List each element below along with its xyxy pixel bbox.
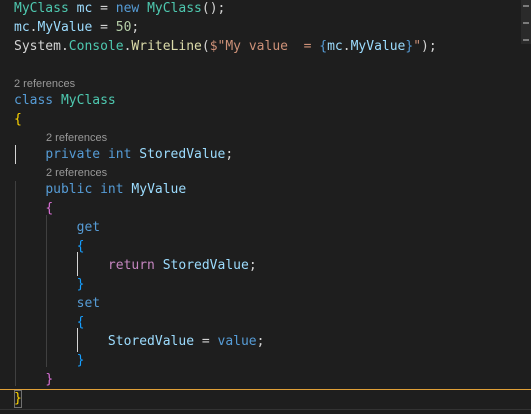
brace-match-box [14, 390, 22, 408]
code-line-class-decl: class MyClass [14, 92, 116, 109]
code-token: mc [14, 20, 30, 35]
code-token: . [342, 39, 351, 54]
code-token: StoredValue [162, 258, 249, 273]
code-token: int [107, 147, 132, 162]
indent-guide-property-body [46, 215, 47, 367]
indent-guide-class [15, 145, 16, 164]
code-line-return: return StoredValue; [14, 257, 257, 274]
code-token: WriteLine [131, 39, 202, 54]
code-token: int [100, 182, 124, 197]
code-token: ); [421, 39, 437, 54]
code-token: ; [248, 258, 257, 273]
code-token: MyValue [131, 182, 187, 197]
code-token: public [45, 182, 93, 197]
code-line-instantiation: MyClass mc = new MyClass(); [14, 0, 225, 17]
code-line-set: set [14, 295, 100, 312]
code-token: (); [201, 1, 226, 16]
code-line-set-open-brace: { [14, 314, 85, 331]
code-token: MyValue [350, 39, 406, 54]
code-token: = [194, 334, 218, 349]
current-line-highlight [0, 389, 531, 390]
code-token: MyValue [37, 20, 93, 35]
code-token: System [14, 39, 61, 54]
code-token: ; [131, 20, 140, 35]
code-line-set-body: StoredValue = value; [14, 333, 265, 350]
code-token: MyClass [147, 1, 202, 16]
indent-guide-set-body [77, 328, 78, 352]
code-line-property-close-brace: } [14, 371, 53, 388]
code-line-property-open-brace: { [14, 200, 53, 217]
code-token: = [92, 20, 116, 35]
code-token: return [107, 258, 155, 273]
codelens-class-references[interactable]: 2 references [14, 77, 75, 91]
code-line-get-close-brace: } [14, 276, 85, 293]
code-line-field-decl: private int StoredValue; [14, 146, 233, 163]
code-line-property-decl: public int MyValue [14, 181, 186, 198]
code-token: " [413, 39, 422, 54]
code-token: = [92, 1, 116, 16]
code-line-class-open-brace: { [14, 111, 22, 128]
code-token: MyClass [60, 93, 116, 108]
code-line-get: get [14, 219, 100, 236]
code-line-get-open-brace: { [14, 238, 85, 255]
code-token: value [217, 334, 257, 349]
codelens-property-references[interactable]: 2 references [46, 166, 107, 180]
code-token: class [14, 93, 54, 108]
code-token: { [45, 201, 54, 216]
code-token: $"My value = [209, 39, 320, 54]
code-token: new [115, 1, 140, 16]
code-token: } [76, 277, 85, 292]
code-token: StoredValue [139, 147, 226, 162]
code-token: MyClass [14, 1, 69, 16]
code-token: ( [201, 39, 210, 54]
code-token: get [76, 220, 101, 235]
code-line-writeline: System.Console.WriteLine($"My value = {m… [14, 38, 437, 55]
code-line-assignment: mc.MyValue = 50; [14, 19, 139, 36]
code-token: private [45, 147, 101, 162]
code-token: { [319, 39, 328, 54]
code-token: . [60, 39, 69, 54]
code-token: } [76, 353, 85, 368]
code-token: Console [68, 39, 124, 54]
codelens-field-references[interactable]: 2 references [46, 131, 107, 145]
code-token: mc [327, 39, 343, 54]
scrollbar-minimap[interactable] [521, 0, 531, 44]
code-token: { [14, 112, 22, 127]
indent-guide-get-body [77, 252, 78, 276]
editor-bottom-border [0, 409, 531, 410]
code-token: mc [76, 1, 93, 16]
code-token: } [45, 372, 54, 387]
code-token: ; [256, 334, 265, 349]
code-token: ; [225, 147, 234, 162]
code-token: set [76, 296, 101, 311]
indent-guide-class-body [15, 181, 16, 386]
code-token: 50 [115, 20, 132, 35]
code-token: StoredValue [107, 334, 195, 349]
code-line-set-close-brace: } [14, 352, 85, 369]
